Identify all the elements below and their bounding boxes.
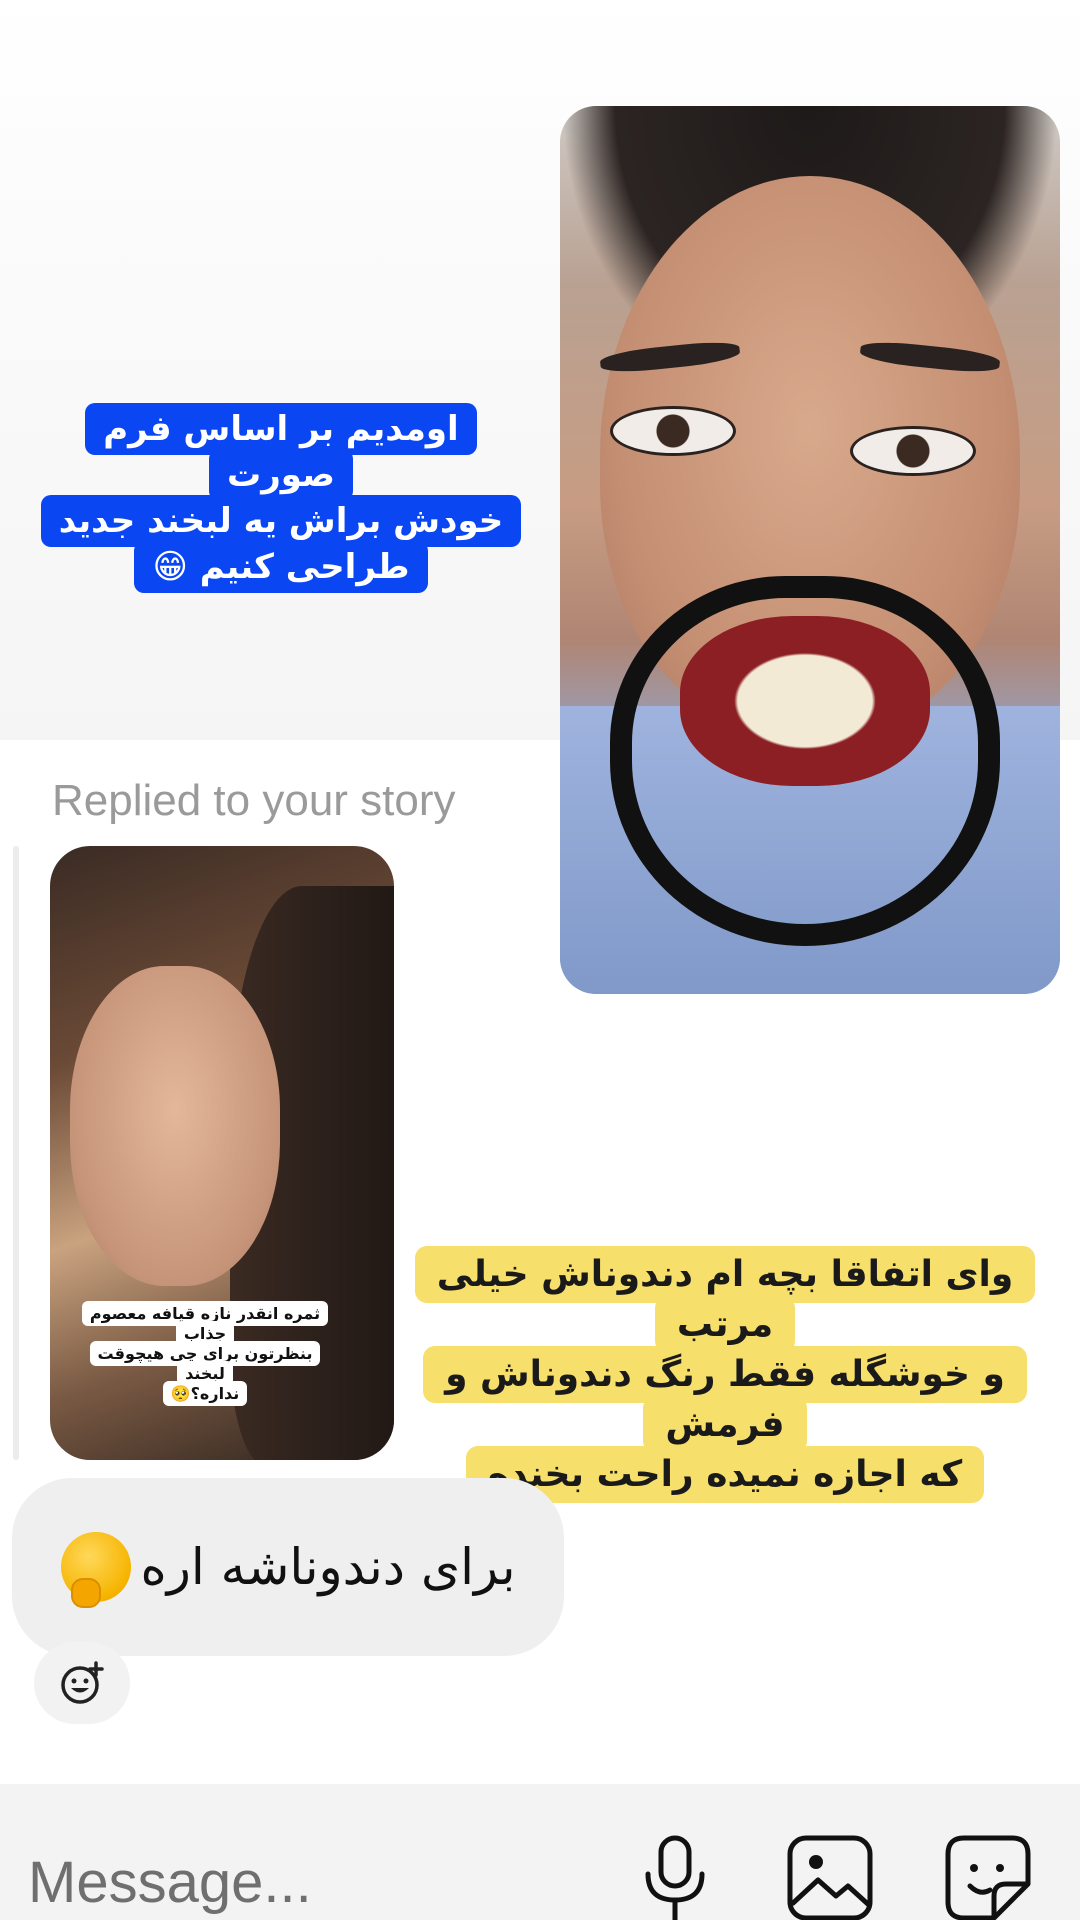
story-thumbnail[interactable]: ثمره انقدر نازه قیافه معصوم جذاب بنظرتون… (50, 846, 394, 1460)
story-face (70, 966, 280, 1286)
add-reaction-button[interactable] (34, 1642, 130, 1724)
story-text-line: نداره؟🥺 (162, 1381, 248, 1406)
story-text-line: بنظرتون برای چی هیچوقت لبخند (89, 1341, 321, 1386)
story-reply-caption-line: وای اتفاقا بچه ام دندوناش خیلی مرتب (414, 1246, 1036, 1353)
story-caption-line: خودش براش یه لبخند جدید (40, 495, 522, 547)
story-caption-line: اومدیم بر اساس فرم صورت (85, 403, 477, 501)
thinking-face-icon (60, 1532, 131, 1608)
photo-eye-right (850, 426, 976, 476)
reply-indicator-bar (13, 846, 19, 1460)
story-caption-line: طراحی کنیم 😁 (134, 541, 428, 593)
microphone-icon[interactable] (640, 1834, 710, 1920)
story-text-line: ثمره انقدر نازه قیافه معصوم جذاب (81, 1301, 329, 1346)
message-bubble[interactable]: برای دندوناشه اره (12, 1478, 564, 1656)
photo-eye-left (610, 406, 736, 456)
story-overlay-text: ثمره انقدر نازه قیافه معصوم جذاب بنظرتون… (80, 1301, 330, 1406)
shared-post-photo[interactable] (560, 106, 1060, 994)
replied-to-story-label: Replied to your story (52, 776, 456, 825)
message-text: برای دندوناشه اره (140, 1538, 516, 1596)
story-reply-caption: وای اتفاقا بچه ام دندوناش خیلی مرتب و خو… (378, 1246, 1072, 1503)
message-input[interactable] (28, 1844, 588, 1920)
add-reaction-icon (61, 1661, 104, 1704)
story-reply-caption-line: و خوشگله فقط رنگ دندوناش و فرمش (423, 1346, 1027, 1453)
sticker-icon[interactable] (944, 1834, 1032, 1920)
photo-cheek-retractor (610, 576, 1000, 946)
image-icon[interactable] (786, 1834, 874, 1920)
story-caption: اومدیم بر اساس فرم صورت خودش براش یه لبخ… (36, 403, 526, 593)
